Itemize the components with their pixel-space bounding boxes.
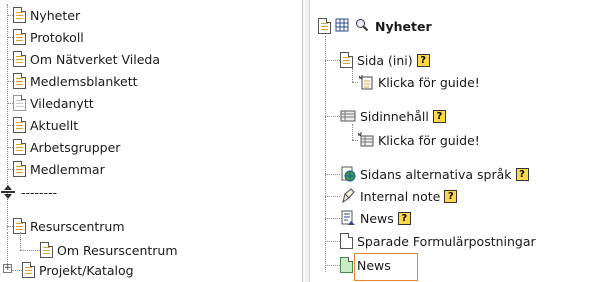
tree-item-label: Arbetsgrupper	[30, 139, 121, 155]
page-hidden-icon	[13, 95, 26, 111]
page-icon	[13, 139, 26, 155]
tree-item-resurscentrum[interactable]: Resurscentrum	[13, 216, 125, 236]
help-icon[interactable]: ?	[397, 211, 411, 225]
page-icon	[40, 242, 53, 258]
tree-item-nyheter[interactable]: Nyheter	[13, 5, 80, 25]
page-header-nyheter[interactable]: Nyheter	[318, 16, 432, 36]
guide-link-sida[interactable]: Klicka för guide!	[358, 72, 480, 92]
page-icon	[340, 233, 353, 249]
note-icon	[340, 188, 356, 204]
page-icon	[13, 29, 26, 45]
tree-item-protokoll[interactable]: Protokoll	[13, 27, 84, 47]
new-page-green-icon	[340, 257, 353, 273]
page-icon	[22, 262, 35, 278]
tree-item-om-resurscentrum[interactable]: Om Resurscentrum	[40, 240, 178, 260]
node-label: News	[360, 210, 394, 226]
page-icon	[340, 52, 353, 68]
tree-item-medlemmar[interactable]: Medlemmar	[13, 159, 105, 179]
tree-item-label: Medlemmar	[30, 161, 105, 177]
separator-icon	[1, 185, 15, 199]
page-icon	[318, 18, 331, 34]
tree-item-label: Nyheter	[30, 7, 81, 23]
grid-view-icon[interactable]	[335, 18, 351, 34]
page-icon	[13, 73, 26, 89]
left-tree-panel: Nyheter Protokoll Om Nätverket Vileda Me…	[0, 0, 302, 282]
tree-item-arbetsgrupper[interactable]: Arbetsgrupper	[13, 137, 120, 157]
help-icon[interactable]: ?	[515, 167, 529, 181]
node-sidinnehall[interactable]: Sidinnehåll ?	[340, 106, 446, 126]
new-page-icon	[358, 74, 374, 90]
node-alternativa-sprak[interactable]: Sidans alternativa språk ?	[340, 164, 529, 184]
content-table-icon	[340, 108, 356, 124]
tree-item-aktuellt[interactable]: Aktuellt	[13, 115, 78, 135]
tree-item-projekt-katalog[interactable]: Projekt/Katalog	[22, 260, 134, 280]
help-icon[interactable]: ?	[416, 53, 430, 67]
node-label: Sparade Formulärpostningar	[357, 233, 536, 249]
guide-link-sidinnehall[interactable]: Klicka för guide!	[357, 130, 480, 150]
tree-item-viledanytt[interactable]: Viledanytt	[13, 93, 94, 113]
panel-splitter[interactable]	[302, 0, 310, 282]
help-icon[interactable]: ?	[444, 189, 458, 203]
expand-toggle[interactable]: +	[3, 264, 12, 273]
node-label: Sidans alternativa språk	[360, 166, 512, 182]
tree-item-label: --------	[21, 184, 58, 200]
tree-item-label: Aktuellt	[30, 117, 79, 133]
node-label: Sida (ini)	[357, 52, 413, 68]
new-content-icon	[357, 132, 374, 148]
tree-item-label: Resurscentrum	[30, 218, 125, 234]
page-icon	[13, 161, 26, 177]
tree-item-label: Viledanytt	[30, 95, 94, 111]
node-sida-ini[interactable]: Sida (ini) ?	[340, 50, 430, 70]
globe-page-icon	[340, 166, 356, 182]
node-sparade-formularpostningar[interactable]: Sparade Formulärpostningar	[340, 231, 536, 251]
tree-item-medlemsblankett[interactable]: Medlemsblankett	[13, 71, 138, 91]
tree-item-label: Om Nätverket Vileda	[30, 51, 160, 67]
tree-item-label: Om Resurscentrum	[57, 242, 178, 258]
selection-highlight	[354, 253, 418, 281]
page-icon	[13, 51, 26, 67]
page-icon	[13, 117, 26, 133]
node-label: Sidinnehåll	[360, 108, 429, 124]
guide-label: Klicka för guide!	[378, 74, 480, 90]
help-icon[interactable]: ?	[432, 109, 446, 123]
right-tree-panel: Nyheter Sida (ini) ? Klicka för guide! S…	[312, 0, 605, 282]
page-icon	[13, 7, 26, 23]
tree-item-label: Protokoll	[30, 29, 84, 45]
tree-item-om-natverket-vileda[interactable]: Om Nätverket Vileda	[13, 49, 160, 69]
node-news[interactable]: News ?	[340, 208, 411, 228]
node-label: Internal note	[360, 188, 441, 204]
tree-item-label: Medlemsblankett	[30, 73, 138, 89]
node-internal-note[interactable]: Internal note ?	[340, 186, 458, 206]
tree-item-label: Projekt/Katalog	[39, 262, 134, 278]
news-icon	[340, 210, 356, 226]
guide-label: Klicka för guide!	[378, 132, 480, 148]
tree-item-separator[interactable]: --------	[1, 182, 57, 202]
page-title: Nyheter	[375, 18, 432, 34]
magnifier-icon[interactable]	[355, 18, 371, 34]
